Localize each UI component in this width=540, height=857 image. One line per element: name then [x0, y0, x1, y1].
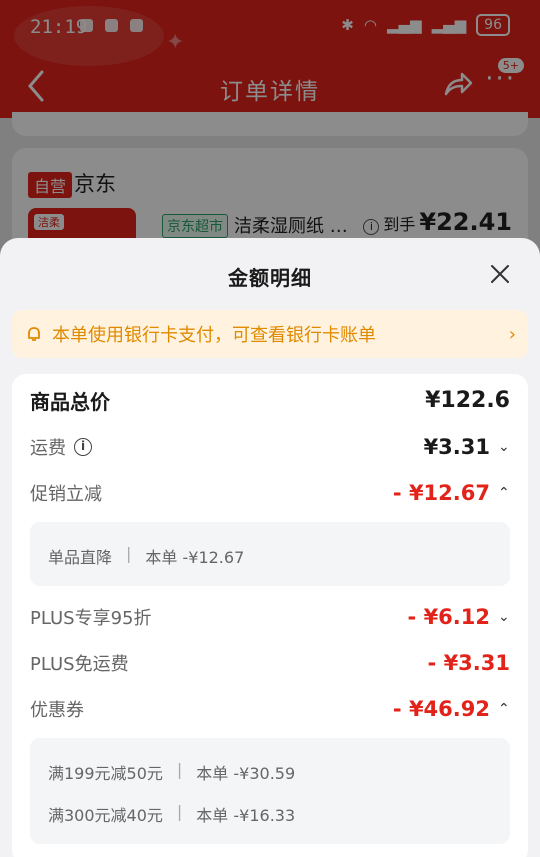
chevron-down-icon: ⌄ — [498, 439, 510, 455]
coupon-detail-amount: 本单 -¥30.59 — [196, 764, 296, 783]
coupon-label: 优惠券 — [30, 700, 84, 721]
bank-card-notice[interactable]: 本单使用银行卡支付，可查看银行卡账单 › — [12, 310, 528, 358]
coupon-detail-name: 满199元减50元 — [48, 764, 163, 783]
row-promo[interactable]: 促销立减 - ¥12.67 ⌃ — [30, 480, 510, 506]
row-coupon[interactable]: 优惠券 - ¥46.92 ⌃ — [30, 696, 510, 722]
info-icon[interactable]: i — [74, 438, 92, 456]
bell-icon — [28, 327, 40, 341]
total-label: 商品总价 — [30, 390, 110, 414]
promo-detail-name: 单品直降 — [48, 548, 113, 567]
coupon-value-group: - ¥46.92 ⌃ — [393, 697, 510, 721]
coupon-detail-line: 满300元减40元 | 本单 -¥16.33 — [48, 802, 295, 826]
row-plus-shipping: PLUS免运费 - ¥3.31 — [30, 650, 510, 676]
shipping-label: 运费 — [30, 438, 66, 459]
coupon-detail-name: 满300元减40元 — [48, 806, 163, 825]
separator: | — [126, 544, 132, 563]
plus-shipping-label: PLUS免运费 — [30, 654, 129, 675]
chevron-right-icon: › — [508, 323, 516, 345]
shipping-value: ¥3.31 — [423, 435, 490, 459]
row-shipping[interactable]: 运费 i ¥3.31 ⌄ — [30, 434, 510, 460]
row-total: 商品总价 ¥122.6 — [30, 386, 510, 415]
promo-label: 促销立减 — [30, 484, 102, 505]
sheet-title: 金额明细 — [228, 266, 312, 290]
amount-breakdown: 商品总价 ¥122.6 运费 i ¥3.31 ⌄ 促销立减 - ¥12.67 ⌃… — [12, 374, 528, 857]
separator: | — [176, 760, 183, 779]
total-value: ¥122.6 — [425, 388, 510, 413]
close-button[interactable] — [488, 262, 512, 286]
shipping-value-group: ¥3.31 ⌄ — [424, 435, 510, 459]
coupon-detail: 满199元减50元 | 本单 -¥30.59 满300元减40元 | 本单 -¥… — [30, 738, 510, 844]
promo-value-group: - ¥12.67 ⌃ — [393, 481, 510, 505]
plus95-value-group: - ¥6.12 ⌄ — [408, 605, 510, 629]
plus95-label: PLUS专享95折 — [30, 608, 152, 629]
amount-detail-sheet: 金额明细 本单使用银行卡支付，可查看银行卡账单 › 商品总价 ¥122.6 运费… — [0, 238, 540, 857]
close-icon — [491, 265, 509, 283]
chevron-up-icon: ⌃ — [498, 701, 510, 717]
plus95-value: - ¥6.12 — [407, 605, 490, 629]
promo-value: - ¥12.67 — [392, 481, 490, 505]
separator: | — [176, 802, 183, 821]
shipping-label-group: 运费 i — [30, 434, 92, 460]
promo-detail: 单品直降 | 本单 -¥12.67 — [30, 522, 510, 586]
row-plus95[interactable]: PLUS专享95折 - ¥6.12 ⌄ — [30, 604, 510, 630]
chevron-down-icon: ⌄ — [498, 609, 510, 625]
coupon-detail-line: 满199元减50元 | 本单 -¥30.59 — [48, 760, 295, 784]
promo-detail-line: 单品直降 | 本单 -¥12.67 — [48, 544, 244, 568]
chevron-up-icon: ⌃ — [498, 485, 510, 501]
promo-detail-amount: 本单 -¥12.67 — [145, 548, 245, 567]
coupon-detail-amount: 本单 -¥16.33 — [196, 806, 296, 825]
notice-text: 本单使用银行卡支付，可查看银行卡账单 — [52, 325, 376, 346]
plus-shipping-value: - ¥3.31 — [427, 651, 510, 675]
coupon-value: - ¥46.92 — [392, 697, 490, 721]
